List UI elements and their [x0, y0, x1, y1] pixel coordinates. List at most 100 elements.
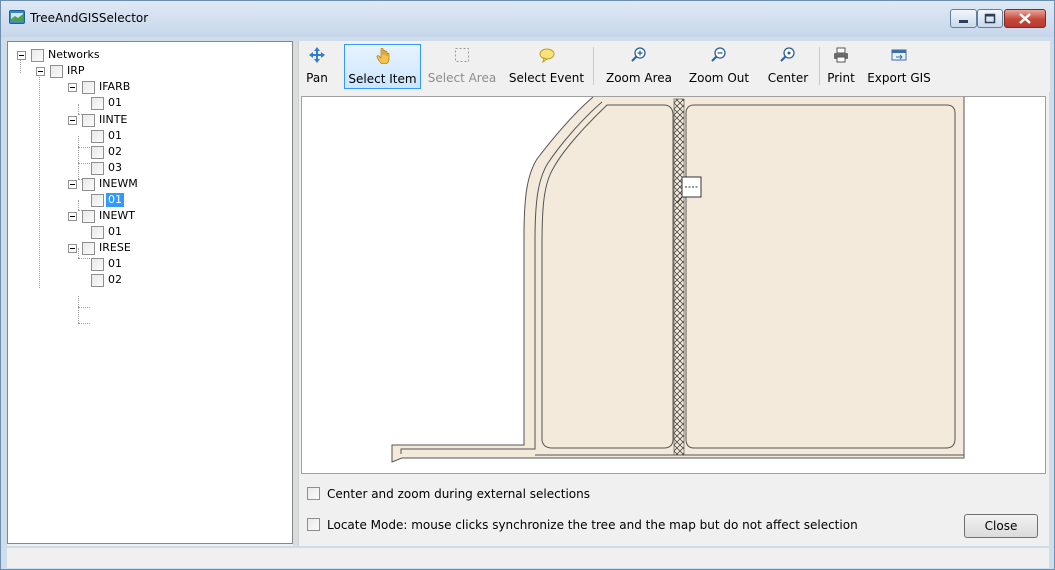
pan-button[interactable]: Pan	[301, 44, 333, 89]
center-zoom-label[interactable]: Center and zoom during external selectio…	[327, 487, 590, 501]
tree-line	[78, 323, 90, 324]
tree-checkbox[interactable]	[82, 114, 95, 127]
select-event-label: Select Event	[508, 71, 585, 85]
tree-node-irp[interactable]: IRP	[33, 64, 273, 80]
tree-leaf-selected[interactable]: 01	[91, 193, 191, 209]
tree-node-ifarb[interactable]: IFARB	[65, 80, 265, 96]
map-label-box[interactable]	[681, 176, 702, 198]
zoom-out-icon	[711, 47, 726, 62]
tree-checkbox[interactable]	[91, 97, 104, 110]
collapse-icon[interactable]	[36, 67, 45, 76]
tree-checkbox[interactable]	[82, 242, 95, 255]
collapse-icon[interactable]	[68, 244, 77, 253]
select-area-label: Select Area	[427, 71, 497, 85]
tree-checkbox[interactable]	[91, 274, 104, 287]
tree-leaf[interactable]: 01	[91, 96, 191, 112]
tree-node-label[interactable]: IRP	[65, 64, 87, 78]
tree-node-inewt[interactable]: INEWT	[65, 209, 265, 225]
tree-line	[78, 258, 90, 259]
window-title: TreeAndGISSelector	[30, 11, 149, 25]
tree-leaf[interactable]: 01	[91, 257, 191, 273]
collapse-icon[interactable]	[68, 83, 77, 92]
zoom-out-label: Zoom Out	[688, 71, 750, 85]
hatched-strip[interactable]	[673, 98, 685, 456]
app-window: TreeAndGISSelector Networks IRP IFARB 01…	[0, 0, 1055, 570]
maximize-button[interactable]	[977, 9, 1003, 28]
select-item-button[interactable]: Select Item	[344, 44, 421, 89]
tree-checkbox[interactable]	[82, 178, 95, 191]
zoom-out-button[interactable]: Zoom Out	[681, 44, 757, 89]
tree-checkbox[interactable]	[91, 162, 104, 175]
close-button[interactable]: Close	[964, 514, 1038, 538]
tree-node-label[interactable]: IINTE	[97, 113, 129, 127]
export-gis-button[interactable]: Export GIS	[861, 44, 937, 89]
collapse-icon[interactable]	[68, 116, 77, 125]
tree-line	[78, 296, 79, 323]
minimize-button[interactable]	[950, 9, 977, 28]
tree-node-label[interactable]: 01	[106, 193, 124, 207]
tree-checkbox[interactable]	[50, 65, 63, 78]
select-event-button[interactable]: Select Event	[506, 44, 587, 89]
tree-line	[78, 147, 90, 148]
tree-line	[78, 136, 79, 179]
tree-checkbox[interactable]	[91, 146, 104, 159]
center-button[interactable]: Center	[761, 44, 815, 89]
locate-mode-checkbox[interactable]	[307, 518, 320, 531]
tree-node-label[interactable]: 01	[106, 96, 124, 110]
print-button[interactable]: Print	[823, 44, 859, 89]
tree-node-networks[interactable]: Networks	[14, 48, 274, 64]
tree-checkbox[interactable]	[91, 258, 104, 271]
tree-node-inewm[interactable]: INEWM	[65, 177, 265, 193]
tree-checkbox[interactable]	[82, 210, 95, 223]
tree-node-label[interactable]: IRESE	[97, 241, 133, 255]
tree-line	[39, 72, 40, 288]
tree-leaf[interactable]: 02	[91, 145, 191, 161]
locate-mode-label[interactable]: Locate Mode: mouse clicks synchronize th…	[327, 518, 858, 532]
tree-checkbox[interactable]	[91, 130, 104, 143]
parcel-right[interactable]	[685, 104, 956, 449]
tree-leaf[interactable]: 02	[91, 273, 191, 289]
center-zoom-checkbox[interactable]	[307, 487, 320, 500]
tree-node-label[interactable]: 01	[106, 225, 124, 239]
printer-icon	[834, 47, 848, 63]
export-gis-label: Export GIS	[867, 71, 931, 85]
tree-leaf[interactable]: 01	[91, 129, 191, 145]
minimize-icon	[959, 20, 968, 23]
title-bar[interactable]: TreeAndGISSelector	[1, 1, 1054, 37]
tree-leaf[interactable]: 01	[91, 225, 191, 241]
tree-node-label[interactable]: 02	[106, 273, 124, 287]
zoom-area-button[interactable]: Zoom Area	[599, 44, 679, 89]
network-tree[interactable]: Networks IRP IFARB 01 IINTE 01 02 03 INE…	[7, 41, 293, 544]
collapse-icon[interactable]	[68, 212, 77, 221]
collapse-icon[interactable]	[17, 51, 26, 60]
zoom-area-label: Zoom Area	[605, 71, 673, 85]
tree-node-label[interactable]: IFARB	[97, 80, 132, 94]
tree-node-label[interactable]: 01	[106, 129, 124, 143]
tree-checkbox[interactable]	[82, 81, 95, 94]
select-area-button[interactable]: Select Area	[422, 44, 502, 89]
tree-node-label[interactable]: 02	[106, 145, 124, 159]
tree-checkbox[interactable]	[91, 194, 104, 207]
tree-node-label[interactable]: INEWM	[97, 177, 140, 191]
hand-pointer-icon	[376, 48, 389, 64]
zoom-center-icon	[780, 47, 795, 62]
tree-line	[78, 307, 90, 308]
tree-node-label[interactable]: Networks	[46, 48, 102, 62]
tree-leaf[interactable]: 03	[91, 161, 191, 177]
tree-node-label[interactable]: INEWT	[97, 209, 137, 223]
close-window-button[interactable]	[1004, 9, 1046, 28]
tree-node-irese[interactable]: IRESE	[65, 241, 265, 257]
collapse-icon[interactable]	[68, 180, 77, 189]
parcel-left[interactable]	[541, 104, 674, 449]
tree-node-label[interactable]: 01	[106, 257, 124, 271]
tree-node-label[interactable]: 03	[106, 161, 124, 175]
tree-checkbox[interactable]	[91, 226, 104, 239]
tree-checkbox[interactable]	[31, 49, 44, 62]
map-drawing	[391, 97, 965, 463]
map-canvas[interactable]	[301, 96, 1046, 474]
tree-line	[78, 163, 90, 164]
speech-bubble-icon	[539, 48, 554, 63]
dashed-rect-icon	[455, 48, 469, 62]
tree-node-iinte[interactable]: IINTE	[65, 113, 265, 129]
pan-icon	[309, 47, 325, 63]
